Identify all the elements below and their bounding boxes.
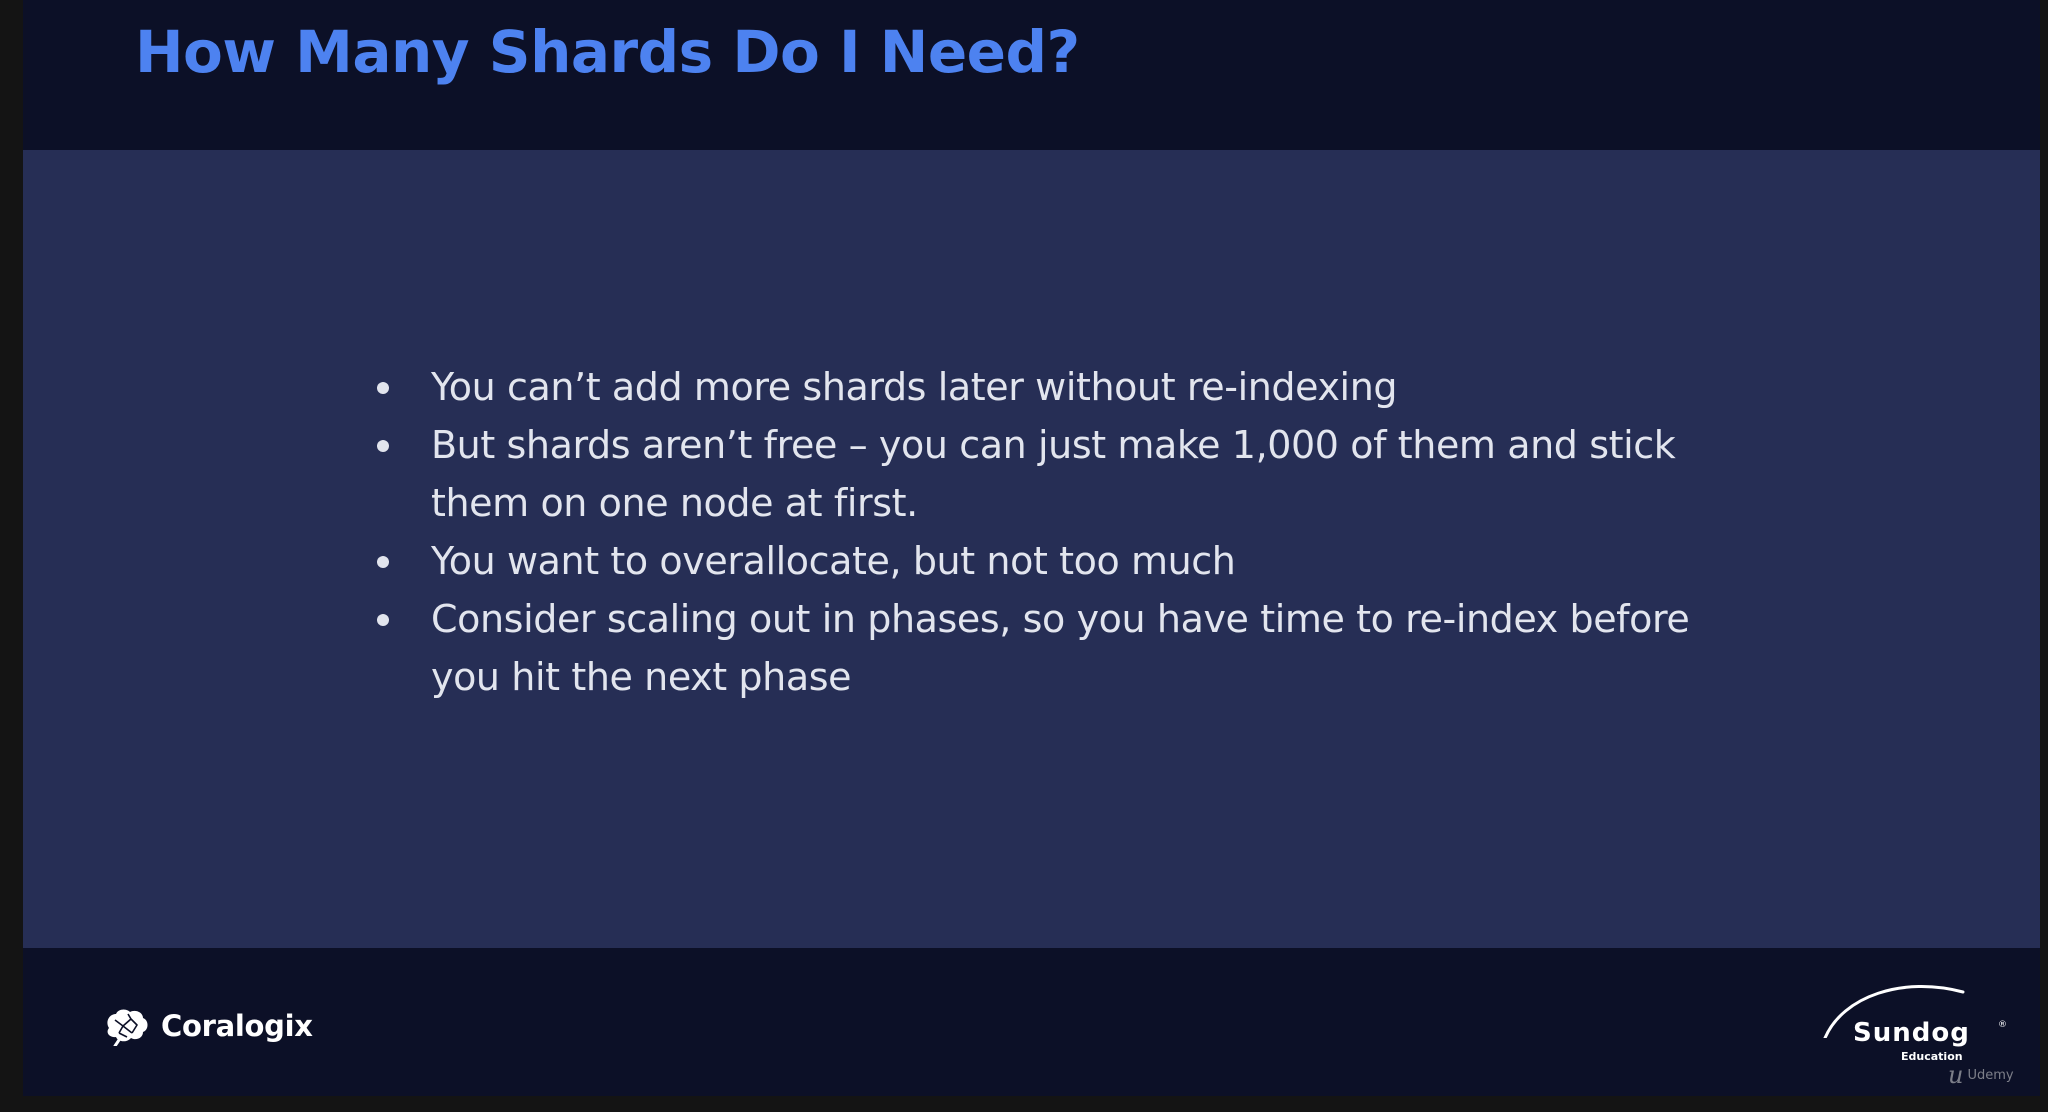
- bullet-text: But shards aren’t free – you can just ma…: [431, 423, 1676, 525]
- bullet-text: Consider scaling out in phases, so you h…: [431, 597, 1690, 699]
- bullet-item: Consider scaling out in phases, so you h…: [363, 590, 1743, 706]
- bullet-dot-icon: [377, 440, 389, 452]
- bullet-list: You can’t add more shards later without …: [363, 358, 1743, 706]
- bullet-text: You want to overallocate, but not too mu…: [431, 539, 1236, 583]
- bullet-dot-icon: [377, 556, 389, 568]
- bullet-dot-icon: [377, 614, 389, 626]
- slide-frame: How Many Shards Do I Need? You can’t add…: [23, 0, 2040, 1096]
- brain-icon: [107, 1009, 148, 1046]
- slide-title: How Many Shards Do I Need?: [135, 18, 1080, 86]
- bullet-item: You want to overallocate, but not too mu…: [363, 532, 1743, 590]
- sundog-logo-text: Sundog: [1853, 1018, 1970, 1048]
- slide-footer: Coralogix Sundog ® Education u Udemy: [23, 948, 2040, 1096]
- slide-header: How Many Shards Do I Need?: [23, 0, 2040, 150]
- coralogix-logo-text: Coralogix: [161, 1009, 313, 1043]
- sundog-trademark: ®: [1998, 1020, 2007, 1030]
- udemy-watermark: u Udemy: [1948, 1061, 2014, 1089]
- bullet-item: You can’t add more shards later without …: [363, 358, 1743, 416]
- bullet-dot-icon: [377, 382, 389, 394]
- bullet-item: But shards aren’t free – you can just ma…: [363, 416, 1743, 532]
- udemy-watermark-label: Udemy: [1967, 1067, 2014, 1083]
- udemy-icon: u: [1948, 1061, 1964, 1089]
- coralogix-logo: Coralogix: [101, 1006, 313, 1046]
- bullet-text: You can’t add more shards later without …: [431, 365, 1398, 409]
- slide-content: You can’t add more shards later without …: [23, 150, 2040, 948]
